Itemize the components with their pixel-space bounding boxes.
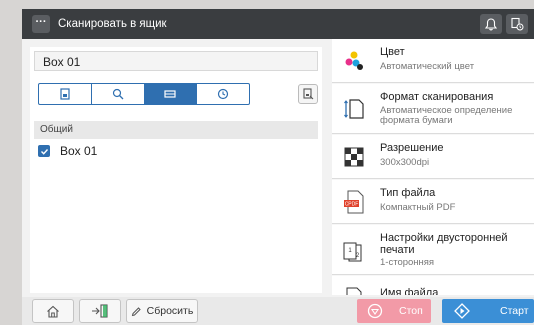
box-icon <box>60 88 70 100</box>
reset-label: Сбросить <box>146 305 194 317</box>
setting-title: Имя файла <box>380 287 439 295</box>
reset-button[interactable]: Сбросить <box>126 299 198 323</box>
setting-value: 1-сторонняя <box>380 257 435 268</box>
setting-file-name[interactable]: Имя файла <box>332 276 534 295</box>
setting-file-type[interactable]: CPDF Тип файла Компактный PDF <box>332 180 534 224</box>
scan-size-icon <box>342 97 366 121</box>
page-title: Сканировать в ящик <box>58 18 167 30</box>
menu-button[interactable]: ··· <box>32 15 50 33</box>
setting-title: Тип файла <box>380 187 436 199</box>
box-tabs <box>38 83 250 105</box>
setting-scan-size[interactable]: Формат сканирования Автоматическое опред… <box>332 84 534 134</box>
setting-title: Настройки двусторонней печати <box>380 232 508 256</box>
checkbox[interactable] <box>38 145 50 157</box>
tab-box[interactable] <box>39 84 92 104</box>
access-button[interactable] <box>79 299 121 323</box>
home-button[interactable] <box>32 299 74 323</box>
checkmark-icon <box>40 148 48 155</box>
stop-label: Стоп <box>399 305 423 317</box>
clock-icon <box>218 88 229 100</box>
bell-icon[interactable] <box>480 14 502 34</box>
stop-icon <box>367 303 383 319</box>
access-icon <box>92 304 108 318</box>
settings-panel: Цвет Автоматический цвет Формат сканиров… <box>332 39 534 295</box>
setting-color[interactable]: Цвет Автоматический цвет <box>332 39 534 83</box>
setting-value: Автоматический цвет <box>380 61 475 72</box>
box-panel: Box 01 Общий Box 01 <box>30 47 322 293</box>
setting-duplex[interactable]: 12 Настройки двусторонней печати 1-сторо… <box>332 225 534 275</box>
tab-history[interactable] <box>197 84 249 104</box>
setting-resolution[interactable]: Разрешение 300x300dpi <box>332 135 534 179</box>
box-name-field[interactable]: Box 01 <box>34 51 318 71</box>
start-icon <box>454 303 470 319</box>
bottom-bar: Сбросить Стоп Старт <box>22 297 534 325</box>
setting-value: Автоматическое определение формата бумаг… <box>380 105 513 126</box>
stop-button[interactable]: Стоп <box>357 299 431 323</box>
start-button[interactable]: Старт <box>442 299 534 323</box>
tray-icon <box>164 90 176 98</box>
job-status-icon[interactable] <box>506 14 528 34</box>
list-item[interactable]: Box 01 <box>34 141 318 161</box>
box-info-button[interactable] <box>298 84 318 104</box>
app-frame: ··· Сканировать в ящик Box 01 Общий Box … <box>22 9 534 325</box>
box-info-icon <box>303 88 314 100</box>
tab-tray[interactable] <box>144 84 198 104</box>
section-header: Общий <box>34 121 318 139</box>
title-bar: ··· Сканировать в ящик <box>22 9 534 39</box>
file-icon <box>342 286 366 295</box>
search-icon <box>112 88 124 100</box>
setting-title: Цвет <box>380 46 405 58</box>
setting-title: Разрешение <box>380 142 444 154</box>
start-label: Старт <box>500 305 529 317</box>
svg-text:2: 2 <box>356 253 360 259</box>
home-icon <box>47 305 59 318</box>
setting-value: Компактный PDF <box>380 202 456 213</box>
duplex-icon: 12 <box>342 239 366 263</box>
setting-title: Формат сканирования <box>380 91 494 103</box>
color-icon <box>342 49 366 73</box>
tab-search[interactable] <box>92 84 145 104</box>
list-item-label: Box 01 <box>60 144 98 158</box>
resolution-icon <box>342 145 366 169</box>
pdf-icon: CPDF <box>342 190 366 214</box>
setting-value: 300x300dpi <box>380 157 430 168</box>
pdf-icon-label: CPDF <box>345 202 359 208</box>
pencil-icon <box>131 306 141 316</box>
